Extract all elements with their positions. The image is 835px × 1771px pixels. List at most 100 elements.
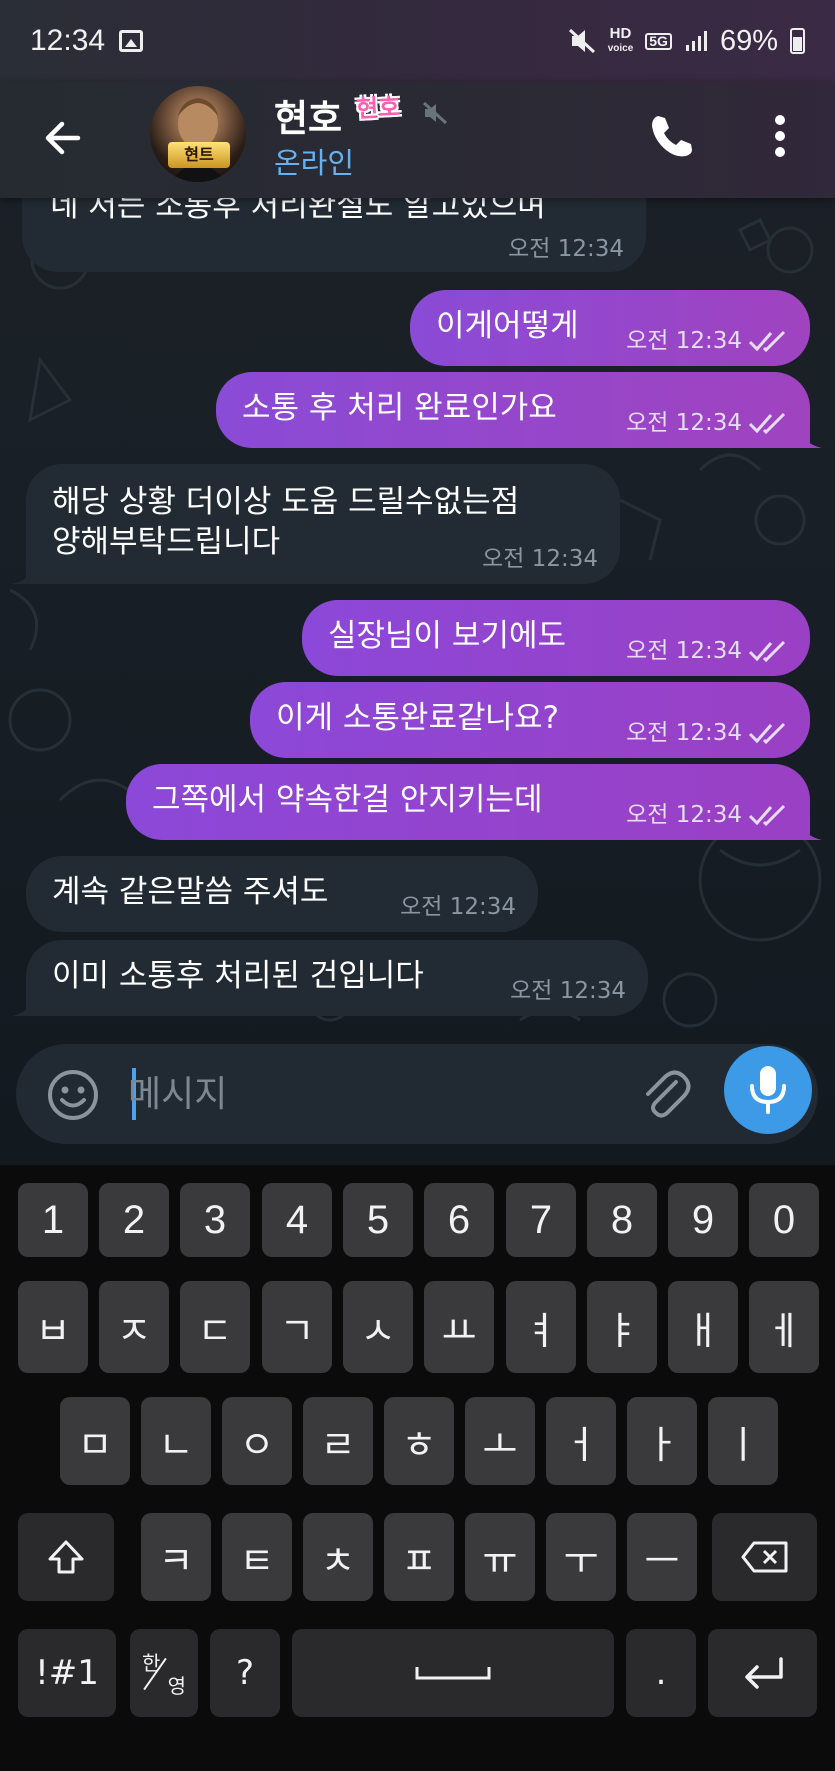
bubble-tail xyxy=(800,430,822,448)
gallery-notification-icon xyxy=(119,30,144,52)
key-jamo[interactable]: ㅛ xyxy=(424,1281,494,1373)
message-text: 소통 후 처리 완료인가요 xyxy=(242,390,557,426)
more-vertical-icon[interactable] xyxy=(758,110,802,162)
key-9[interactable]: 9 xyxy=(668,1183,738,1257)
message-input[interactable] xyxy=(128,1064,628,1124)
message-text: 실장님이 보기에도 xyxy=(328,618,567,654)
key-jamo[interactable]: ㅔ xyxy=(749,1281,819,1373)
vibrate-mute-icon xyxy=(568,28,595,54)
key-jamo[interactable]: ㅠ xyxy=(465,1513,535,1601)
period-key[interactable]: . xyxy=(626,1629,696,1717)
key-jamo[interactable]: ㅈ xyxy=(99,1281,169,1373)
message-incoming[interactable]: 해당 상황 더이상 도움 드릴수없는점 양해부탁드립니다 오전 12:34 xyxy=(26,464,620,584)
message-text: 이게어떻게 xyxy=(436,308,579,344)
message-text: 계속 같은말씀 주셔도 xyxy=(52,874,329,910)
read-ticks-icon xyxy=(748,804,786,826)
space-key[interactable] xyxy=(292,1629,614,1717)
message-text-line-2: 양해부탁드립니다 xyxy=(52,524,281,560)
key-jamo[interactable]: ㅡ xyxy=(627,1513,697,1601)
message-outgoing[interactable]: 그쪽에서 약속한걸 안지키는데 오전 12:34 xyxy=(126,764,810,840)
language-toggle-label: 한영 xyxy=(140,1645,188,1701)
symbols-key[interactable]: !#1 xyxy=(18,1629,116,1717)
key-jamo[interactable]: ㅓ xyxy=(546,1397,616,1485)
key-jamo[interactable]: ㅊ xyxy=(303,1513,373,1601)
message-time: 오전 12:34 xyxy=(626,410,742,436)
question-key[interactable]: ? xyxy=(210,1629,280,1717)
key-jamo[interactable]: ㅑ xyxy=(587,1281,657,1373)
enter-key[interactable] xyxy=(708,1629,817,1717)
battery-percent: 69% xyxy=(719,24,778,57)
message-outgoing[interactable]: 이게어떻게 오전 12:34 xyxy=(410,290,810,366)
message-incoming[interactable]: 이미 소통후 처리된 건입니다 오전 12:34 xyxy=(26,940,648,1016)
attach-icon[interactable] xyxy=(638,1066,694,1122)
message-time: 오전 12:34 xyxy=(626,328,742,354)
backspace-icon xyxy=(741,1541,787,1573)
message-outgoing[interactable]: 소통 후 처리 완료인가요 오전 12:34 xyxy=(216,372,810,448)
read-ticks-icon xyxy=(748,640,786,662)
mic-button[interactable] xyxy=(724,1046,812,1134)
key-2[interactable]: 2 xyxy=(99,1183,169,1257)
key-jamo[interactable]: ㅅ xyxy=(343,1281,413,1373)
mute-icon xyxy=(422,101,448,125)
message-outgoing[interactable]: 실장님이 보기에도 오전 12:34 xyxy=(302,600,810,676)
key-jamo[interactable]: ㄱ xyxy=(262,1281,332,1373)
key-jamo[interactable]: ㅌ xyxy=(222,1513,292,1601)
key-5[interactable]: 5 xyxy=(343,1183,413,1257)
key-jamo[interactable]: ㅋ xyxy=(141,1513,211,1601)
message-text-line-1: 해당 상황 더이상 도움 드릴수없는점 xyxy=(52,484,520,520)
key-8[interactable]: 8 xyxy=(587,1183,657,1257)
key-4[interactable]: 4 xyxy=(262,1183,332,1257)
key-jamo[interactable]: ㅕ xyxy=(506,1281,576,1373)
key-jamo[interactable]: ㅣ xyxy=(708,1397,778,1485)
name-sticker: 현호 xyxy=(355,92,402,124)
key-jamo[interactable]: ㅏ xyxy=(627,1397,697,1485)
key-6[interactable]: 6 xyxy=(424,1183,494,1257)
emoji-icon[interactable] xyxy=(46,1068,100,1122)
shift-icon xyxy=(48,1540,84,1574)
message-time: 오전 12:34 xyxy=(508,236,624,262)
message-time: 오전 12:34 xyxy=(626,720,742,746)
bubble-tail xyxy=(12,566,34,584)
space-icon xyxy=(415,1667,491,1680)
key-jamo[interactable]: ㅁ xyxy=(60,1397,130,1485)
key-jamo[interactable]: ㅇ xyxy=(222,1397,292,1485)
lang-bottom: 영 xyxy=(167,1674,186,1698)
signal-icon xyxy=(685,31,707,51)
status-bar: 12:34 HD voice 5G 69% xyxy=(0,0,835,82)
shift-key[interactable] xyxy=(18,1513,114,1601)
battery-icon xyxy=(790,28,805,54)
key-jamo[interactable]: ㅍ xyxy=(384,1513,454,1601)
key-jamo[interactable]: ㄹ xyxy=(303,1397,373,1485)
key-jamo[interactable]: ㅎ xyxy=(384,1397,454,1485)
contact-name[interactable]: 현호 xyxy=(274,88,342,142)
avatar-badge: 현트 xyxy=(168,142,230,168)
mic-icon xyxy=(750,1066,786,1114)
hd-label: HD xyxy=(609,25,632,42)
key-3[interactable]: 3 xyxy=(180,1183,250,1257)
key-jamo[interactable]: ㅗ xyxy=(465,1397,535,1485)
keyboard: 1 2 3 4 5 6 7 8 9 0 ㅂㅈㄷㄱㅅㅛㅕㅑㅐㅔㅁㄴㅇㄹㅎㅗㅓㅏㅣㅋㅌㅊㅍㅠㅜㅡ !#1 한… xyxy=(0,1165,835,1771)
message-text: 이미 소통후 처리된 건입니다 xyxy=(52,958,424,994)
network-5g-indicator: 5G xyxy=(645,32,672,50)
message-outgoing[interactable]: 이게 소통완료같나요? 오전 12:34 xyxy=(250,682,810,758)
key-jamo[interactable]: ㄷ xyxy=(180,1281,250,1373)
message-time: 오전 12:34 xyxy=(626,638,742,664)
backspace-key[interactable] xyxy=(712,1513,817,1601)
contact-status: 온라인 xyxy=(274,146,355,180)
bubble-tail xyxy=(800,822,822,840)
key-jamo[interactable]: ㄴ xyxy=(141,1397,211,1485)
message-composer xyxy=(16,1044,818,1144)
key-1[interactable]: 1 xyxy=(18,1183,88,1257)
key-jamo[interactable]: ㅐ xyxy=(668,1281,738,1373)
chat-header: 현트 현호 현호 온라인 xyxy=(0,82,835,198)
phone-icon[interactable] xyxy=(644,110,696,162)
key-7[interactable]: 7 xyxy=(506,1183,576,1257)
language-toggle-key[interactable]: 한영 xyxy=(130,1629,198,1717)
key-0[interactable]: 0 xyxy=(749,1183,819,1257)
back-arrow-icon[interactable] xyxy=(38,112,90,164)
avatar[interactable]: 현트 xyxy=(150,86,246,182)
key-jamo[interactable]: ㅜ xyxy=(546,1513,616,1601)
read-ticks-icon xyxy=(748,722,786,744)
message-incoming[interactable]: 계속 같은말씀 주셔도 오전 12:34 xyxy=(26,856,538,932)
key-jamo[interactable]: ㅂ xyxy=(18,1281,88,1373)
